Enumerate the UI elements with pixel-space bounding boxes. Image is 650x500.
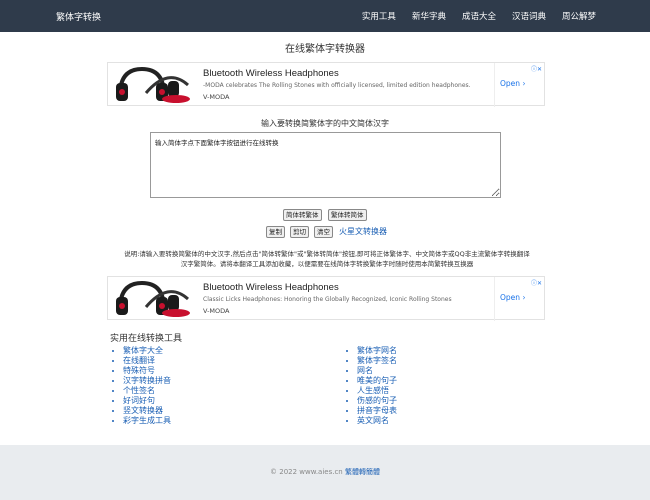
tool-link[interactable]: 个性签名 — [123, 386, 155, 395]
tool-link[interactable]: 唯美的句子 — [357, 376, 397, 385]
simplified-to-traditional-button[interactable]: 简体转繁体 — [283, 209, 322, 221]
ad-open-button[interactable]: Open › — [500, 79, 525, 88]
list-item: 人生感悟 — [357, 386, 397, 396]
ad-banner-1[interactable]: Bluetooth Wireless Headphones -MODA cele… — [107, 62, 545, 107]
ad-text: Bluetooth Wireless Headphones -MODA cele… — [203, 68, 493, 101]
ad-text: Bluetooth Wireless Headphones Classic Li… — [203, 282, 493, 315]
tool-link[interactable]: 英文网名 — [357, 416, 389, 425]
list-item: 彩字生成工具 — [123, 416, 171, 426]
list-item: 繁体字大全 — [123, 346, 171, 356]
ad-title[interactable]: Bluetooth Wireless Headphones — [203, 282, 493, 293]
list-item: 繁体字签名 — [357, 356, 397, 366]
list-item: 网名 — [357, 366, 397, 376]
tool-link[interactable]: 人生感悟 — [357, 386, 389, 395]
tool-link[interactable]: 繁体字大全 — [123, 346, 163, 355]
copy-button[interactable]: 复制 — [266, 226, 285, 238]
description-line-1: 说明:请输入要转换简繁体的中文汉字,然后点击"简体转繁体"或"繁体转简体"按钮,… — [124, 250, 530, 258]
tool-link[interactable]: 在线翻译 — [123, 356, 155, 365]
footer: © 2022 www.aies.cn 繁體轉簡體 — [0, 445, 650, 500]
list-item: 好词好句 — [123, 396, 171, 406]
tools-section-title: 实用在线转换工具 — [110, 334, 183, 344]
ad-brand: V-MODA — [203, 307, 230, 315]
list-item: 汉字转换拼音 — [123, 376, 171, 386]
list-item: 拼音字母表 — [357, 406, 397, 416]
tool-link[interactable]: 好词好句 — [123, 396, 155, 405]
adchoices-close-icon[interactable]: ⓘ✕ — [531, 278, 542, 287]
tools-list-left: 繁体字大全 在线翻译 特殊符号 汉字转换拼音 个性签名 好词好句 竖文转换器 彩… — [113, 346, 171, 426]
tool-link[interactable]: 汉字转换拼音 — [123, 376, 171, 385]
ad-description: -MODA celebrates The Rolling Stones with… — [203, 82, 471, 89]
nav-links: 实用工具 新华字典 成语大全 汉语词典 周公解梦 — [362, 10, 596, 22]
ad-divider — [494, 277, 495, 321]
clear-button[interactable]: 清空 — [314, 226, 333, 238]
copyright: © 2022 www.aies.cn — [270, 468, 343, 476]
list-item: 在线翻译 — [123, 356, 171, 366]
tool-link[interactable]: 繁体字签名 — [357, 356, 397, 365]
traditional-to-simplified-button[interactable]: 繁体转简体 — [328, 209, 367, 221]
nav-link-words[interactable]: 汉语词典 — [512, 10, 546, 22]
ad-brand: V-MODA — [203, 93, 230, 101]
headphones-image — [116, 280, 190, 317]
ad-description: Classic Licks Headphones: Honoring the G… — [203, 296, 452, 303]
ad-open-label: Open — [500, 79, 521, 88]
nav-link-tools[interactable]: 实用工具 — [362, 10, 396, 22]
ad-title[interactable]: Bluetooth Wireless Headphones — [203, 68, 493, 79]
chevron-right-icon: › — [522, 79, 526, 88]
nav-link-dictionary[interactable]: 新华字典 — [412, 10, 446, 22]
ad-open-label: Open — [500, 293, 521, 302]
chevron-right-icon: › — [522, 293, 526, 302]
input-label: 输入要转换简繁体字的中文简体汉字 — [261, 119, 389, 128]
tool-link[interactable]: 拼音字母表 — [357, 406, 397, 415]
footer-text: © 2022 www.aies.cn 繁體轉簡體 — [0, 467, 650, 477]
footer-link[interactable]: 繁體轉簡體 — [345, 468, 380, 476]
list-item: 伤感的句子 — [357, 396, 397, 406]
cut-button[interactable]: 剪切 — [290, 226, 309, 238]
ad-divider — [494, 63, 495, 107]
tools-list-right: 繁体字网名 繁体字签名 网名 唯美的句子 人生感悟 伤感的句子 拼音字母表 英文… — [347, 346, 397, 426]
tool-link[interactable]: 网名 — [357, 366, 373, 375]
tool-link[interactable]: 伤感的句子 — [357, 396, 397, 405]
headphones-image — [116, 66, 190, 103]
brand-logo[interactable]: 繁体字转换 — [56, 10, 101, 23]
text-input[interactable]: 输入简体字点下面繁体字按钮进行在线转换 — [150, 132, 501, 198]
nav-link-idioms[interactable]: 成语大全 — [462, 10, 496, 22]
list-item: 繁体字网名 — [357, 346, 397, 356]
list-item: 英文网名 — [357, 416, 397, 426]
page-title: 在线繁体字转换器 — [285, 44, 365, 55]
list-item: 个性签名 — [123, 386, 171, 396]
nav-link-dreams[interactable]: 周公解梦 — [562, 10, 596, 22]
list-item: 特殊符号 — [123, 366, 171, 376]
description-line-2: 汉字繁简体。请将本翻译工具添加收藏，以便需要在线简体字转换繁体字时随时使用本简繁… — [180, 260, 474, 268]
list-item: 竖文转换器 — [123, 406, 171, 416]
description: 说明:请输入要转换简繁体的中文汉字,然后点击"简体转繁体"或"繁体转简体"按钮,… — [107, 249, 547, 269]
mars-text-converter-link[interactable]: 火星文转换器 — [339, 226, 387, 237]
tool-link[interactable]: 繁体字网名 — [357, 346, 397, 355]
ad-open-button[interactable]: Open › — [500, 293, 525, 302]
ad-banner-2[interactable]: Bluetooth Wireless Headphones Classic Li… — [107, 276, 545, 321]
navbar: 繁体字转换 实用工具 新华字典 成语大全 汉语词典 周公解梦 — [0, 0, 650, 32]
tool-link[interactable]: 特殊符号 — [123, 366, 155, 375]
tool-link[interactable]: 竖文转换器 — [123, 406, 163, 415]
tool-link[interactable]: 彩字生成工具 — [123, 416, 171, 425]
list-item: 唯美的句子 — [357, 376, 397, 386]
adchoices-close-icon[interactable]: ⓘ✕ — [531, 64, 542, 73]
